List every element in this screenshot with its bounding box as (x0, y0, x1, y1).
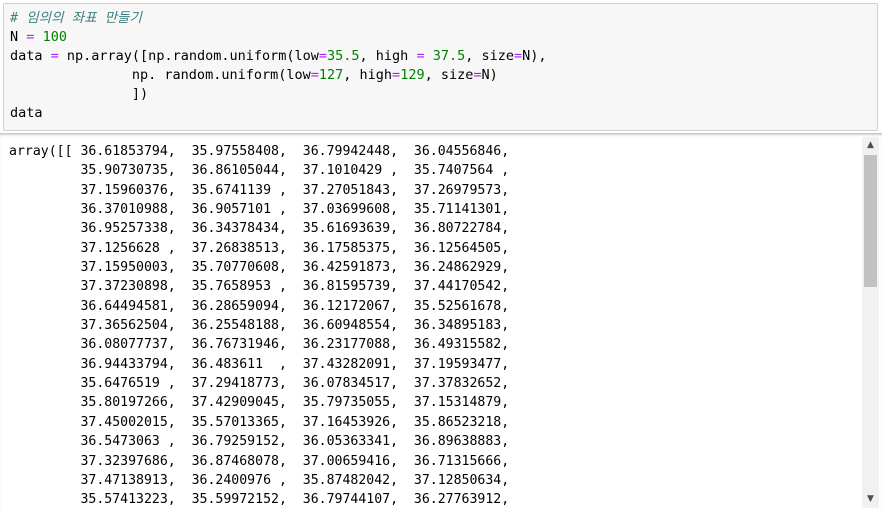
code-editor[interactable]: # 임의의 좌표 만들기 N = 100 data = np.array([np… (4, 4, 877, 123)
scroll-up-icon[interactable]: ▲ (862, 137, 879, 154)
scrollbar-thumb[interactable] (864, 155, 877, 287)
code-line-data-1: data = np.array([np.random.uniform(low=3… (10, 48, 547, 64)
output-row: 37.36562504, 36.25548188, 36.60948554, 3… (80, 318, 510, 334)
output-scrollbar[interactable]: ▲ ▼ (862, 137, 879, 508)
output-row: 36.37010988, 36.9057101 , 37.03699608, 3… (80, 202, 510, 218)
output-row: 36.08077737, 36.76731946, 36.23177088, 3… (80, 337, 510, 353)
scroll-down-icon[interactable]: ▼ (862, 491, 879, 508)
output-row: 37.45002015, 35.57013365, 37.16453926, 3… (80, 414, 510, 430)
cell-output-area[interactable]: array([[ 36.61853794, 35.97558408, 36.79… (0, 133, 882, 512)
output-row: 36.5473063 , 36.79259152, 36.05363341, 3… (80, 434, 510, 450)
output-row: 35.80197266, 37.42909045, 35.79735055, 3… (80, 395, 510, 411)
output-row: 37.37230898, 35.7658953 , 36.81595739, 3… (80, 279, 510, 295)
code-line-close: ]) (10, 86, 149, 102)
output-row: 35.6476519 , 37.29418773, 36.07834517, 3… (80, 376, 510, 392)
output-row: 37.1256628 , 37.26838513, 36.17585375, 3… (80, 240, 510, 256)
code-comment: # 임의의 좌표 만들기 (10, 10, 142, 26)
output-row: 37.15960376, 35.6741139 , 37.27051843, 3… (80, 182, 510, 198)
output-row: 37.47138913, 36.2400976 , 35.87482042, 3… (80, 472, 510, 488)
output-row: 35.57413223, 35.59972152, 36.79744107, 3… (80, 492, 510, 508)
output-row: 37.15950003, 35.70770608, 36.42591873, 3… (80, 260, 510, 276)
output-text: array([[ 36.61853794, 35.97558408, 36.79… (0, 133, 882, 512)
code-line-n: N = 100 (10, 29, 67, 45)
output-row: array([[ 36.61853794, 35.97558408, 36.79… (9, 144, 510, 159)
output-row: 36.95257338, 36.34378434, 35.61693639, 3… (80, 221, 510, 237)
code-line-data: data (10, 105, 43, 121)
output-row: 36.64494581, 36.28659094, 36.12172067, 3… (80, 298, 510, 314)
code-cell-input[interactable]: # 임의의 좌표 만들기 N = 100 data = np.array([np… (3, 3, 878, 131)
output-row: 36.94433794, 36.483611 , 37.43282091, 37… (80, 356, 510, 372)
output-row: 35.90730735, 36.86105044, 37.1010429 , 3… (80, 163, 510, 179)
output-row: 37.32397686, 36.87468078, 37.00659416, 3… (80, 453, 510, 469)
code-line-data-2: np. random.uniform(low=127, high=129, si… (10, 67, 498, 83)
